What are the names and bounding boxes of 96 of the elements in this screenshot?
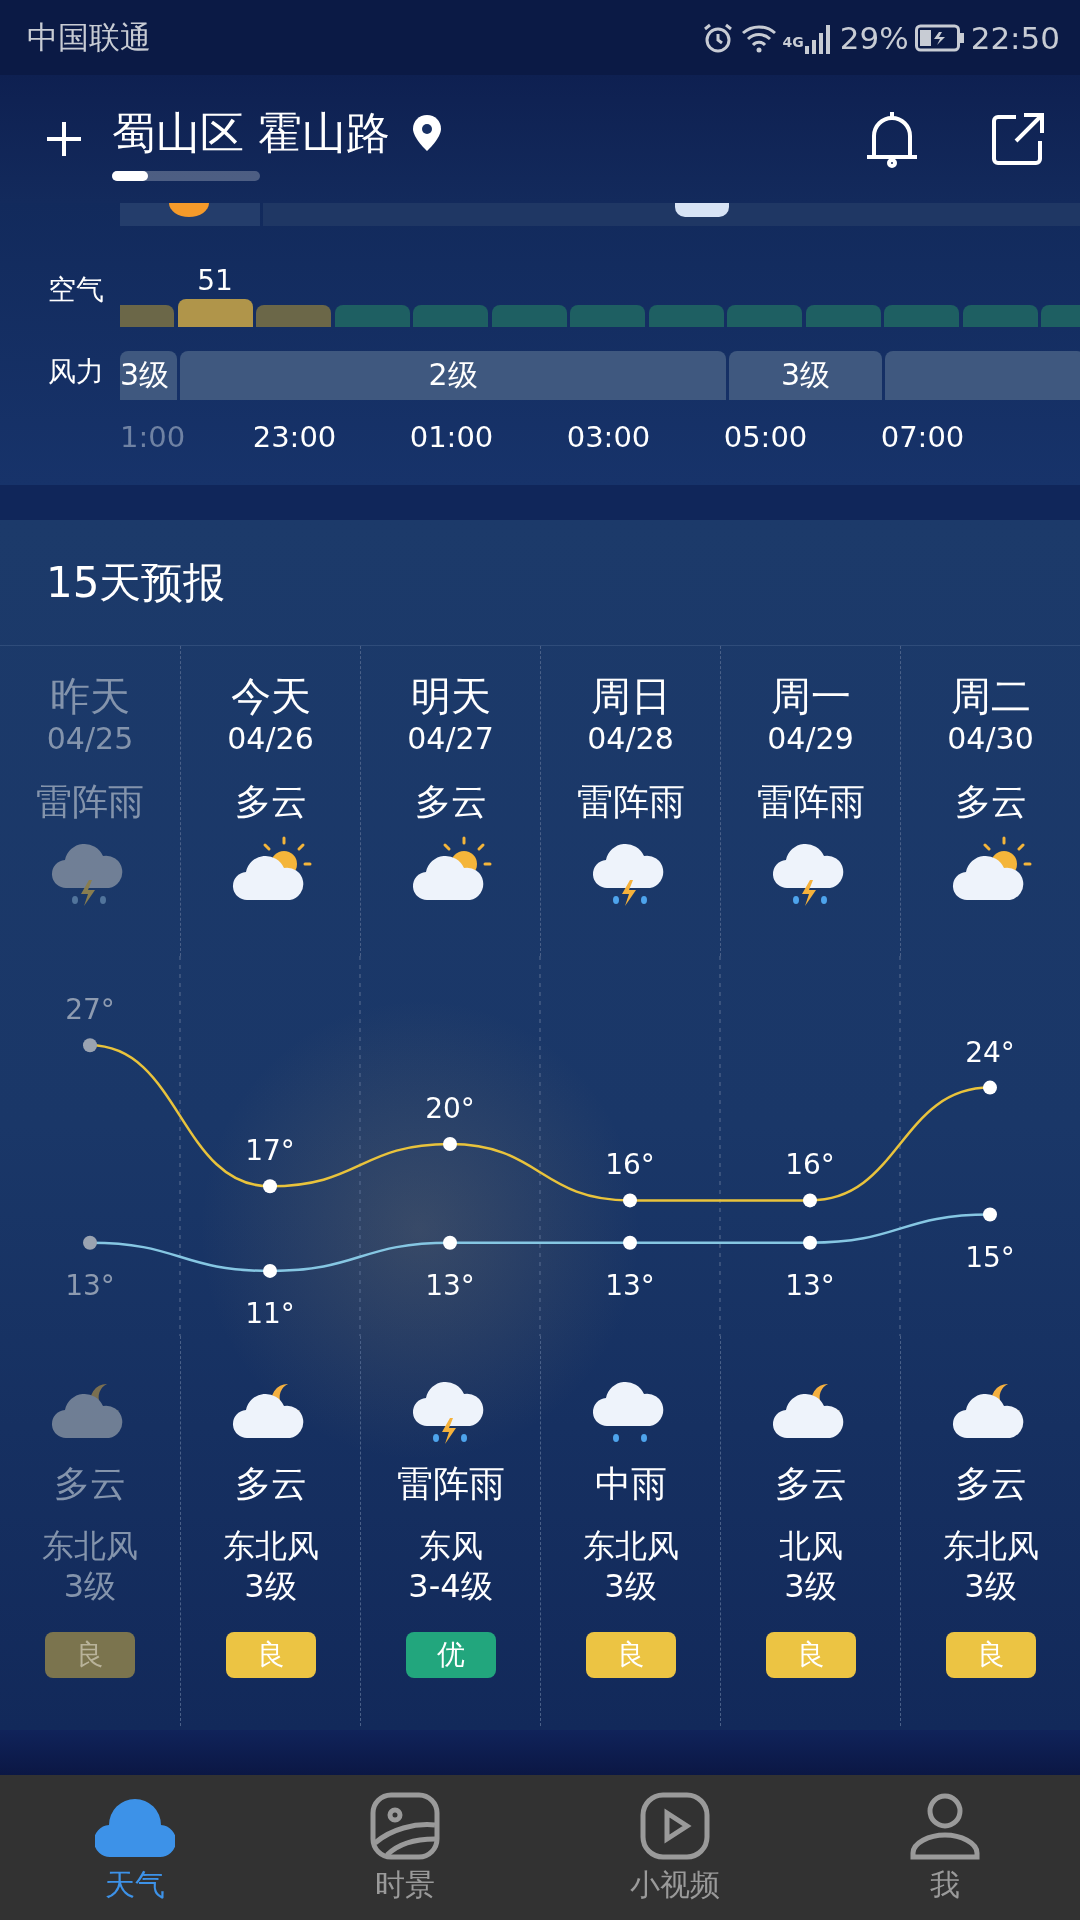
wind-segment: 2级: [180, 351, 726, 400]
aqi-badge: 良: [945, 1632, 1036, 1678]
hour-label: 05:00: [722, 420, 809, 454]
aqi-value: 51: [197, 266, 233, 296]
day-date: 04/27: [407, 720, 494, 758]
section-title: 15天预报: [46, 556, 226, 609]
wind-level: 3级: [604, 1566, 657, 1606]
temperature-label: 15°: [965, 1240, 1015, 1274]
day-name: 今天: [230, 672, 311, 720]
temperature-point: [83, 1235, 97, 1250]
wind-level: 3级: [964, 1566, 1017, 1606]
nav-tab[interactable]: 时景: [270, 1775, 540, 1920]
temperature-label: 24°: [965, 1035, 1015, 1069]
night-condition: 多云: [234, 1462, 307, 1506]
temperature-point: [443, 1137, 457, 1151]
hour-label: 07:00: [879, 420, 966, 454]
day-name: 昨天: [50, 672, 130, 720]
day-name: 周一: [770, 672, 851, 720]
nav-tab[interactable]: 我: [810, 1775, 1080, 1920]
temperature-point: [803, 1193, 817, 1208]
location-title[interactable]: 蜀山区 霍山路: [112, 105, 390, 161]
temperature-label: 16°: [785, 1148, 835, 1182]
nav-tab[interactable]: 小视频: [540, 1775, 810, 1920]
temperature-label: 13°: [605, 1268, 655, 1302]
aqi-bar[interactable]: [177, 299, 253, 327]
day-condition: 雷阵雨: [756, 780, 865, 824]
temperature-point: [83, 1038, 97, 1053]
location-pin-icon: [412, 114, 442, 152]
day-condition: 多云: [954, 780, 1027, 824]
temperature-label: 11°: [245, 1296, 295, 1330]
nav-tab[interactable]: 天气: [0, 1775, 270, 1920]
carrier-name: 中国联通: [27, 17, 151, 57]
wind-direction: 东北风: [942, 1526, 1039, 1566]
temperature-label: 27°: [65, 993, 115, 1027]
network-type: 4G: [782, 33, 804, 50]
air-label: 空气: [47, 272, 105, 308]
sun-icon: [169, 203, 209, 217]
night-condition: 中雨: [594, 1462, 667, 1506]
day-condition: 雷阵雨: [576, 780, 685, 824]
aqi-badge: 良: [765, 1632, 856, 1678]
aqi-badge: 良: [45, 1632, 135, 1678]
wind-label: 风力: [47, 354, 105, 390]
hour-label: 03:00: [565, 420, 652, 454]
day-date: 04/25: [46, 720, 134, 758]
wind-level: 3-4级: [408, 1566, 493, 1606]
temperature-label: 13°: [65, 1268, 115, 1302]
night-condition: 雷阵雨: [396, 1462, 505, 1506]
temperature-label: 20°: [425, 1092, 475, 1125]
battery-percent: 29%: [839, 19, 909, 56]
temperature-point: [983, 1207, 997, 1222]
clock: 22:50: [970, 19, 1060, 56]
marker-icon: [675, 203, 729, 217]
wind-segment: 3级: [729, 351, 882, 400]
hour-label: 1:00: [120, 420, 187, 454]
night-condition: 多云: [774, 1462, 847, 1506]
temperature-point: [263, 1263, 277, 1278]
wind-direction: 北风: [778, 1526, 843, 1566]
aqi-badge: 良: [585, 1632, 676, 1678]
temperature-point: [623, 1193, 637, 1208]
temperature-point: [263, 1179, 277, 1194]
day-date: 04/28: [587, 720, 674, 758]
temperature-label: 13°: [785, 1268, 835, 1302]
wind-direction: 东北风: [42, 1526, 138, 1566]
battery-icon: [914, 23, 965, 52]
wind-level: 3级: [784, 1566, 837, 1606]
day-name: 周日: [590, 672, 671, 720]
wind-level: 3级: [63, 1566, 117, 1606]
wind-segment: 3级: [120, 351, 177, 400]
day-condition: 多云: [234, 780, 307, 824]
temperature-label: 13°: [425, 1268, 475, 1302]
hour-label: 01:00: [408, 420, 495, 454]
night-condition: 多云: [954, 1462, 1027, 1506]
day-name: 明天: [410, 672, 491, 720]
wind-level: 3级: [244, 1566, 297, 1606]
wifi-icon: [740, 22, 777, 53]
day-name: 周二: [950, 672, 1031, 720]
day-condition: 多云: [414, 780, 487, 824]
day-date: 04/30: [947, 720, 1034, 758]
aqi-badge: 优: [405, 1632, 496, 1678]
day-date: 04/26: [227, 720, 314, 758]
wind-direction: 东风: [418, 1526, 483, 1566]
temperature-label: 16°: [605, 1148, 655, 1182]
temperature-point: [443, 1235, 457, 1250]
wind-direction: 东北风: [582, 1526, 679, 1566]
hour-label: 23:00: [251, 420, 338, 454]
aqi-badge: 良: [225, 1632, 316, 1678]
day-condition: 雷阵雨: [36, 780, 144, 824]
share-button[interactable]: [990, 111, 1046, 167]
temperature-label: 17°: [245, 1134, 295, 1168]
add-button[interactable]: [44, 119, 84, 159]
temperature-point: [983, 1080, 997, 1095]
temperature-point: [623, 1235, 637, 1250]
temperature-point: [803, 1235, 817, 1250]
wind-direction: 东北风: [222, 1526, 319, 1566]
day-date: 04/29: [767, 720, 854, 758]
night-condition: 多云: [54, 1462, 126, 1506]
